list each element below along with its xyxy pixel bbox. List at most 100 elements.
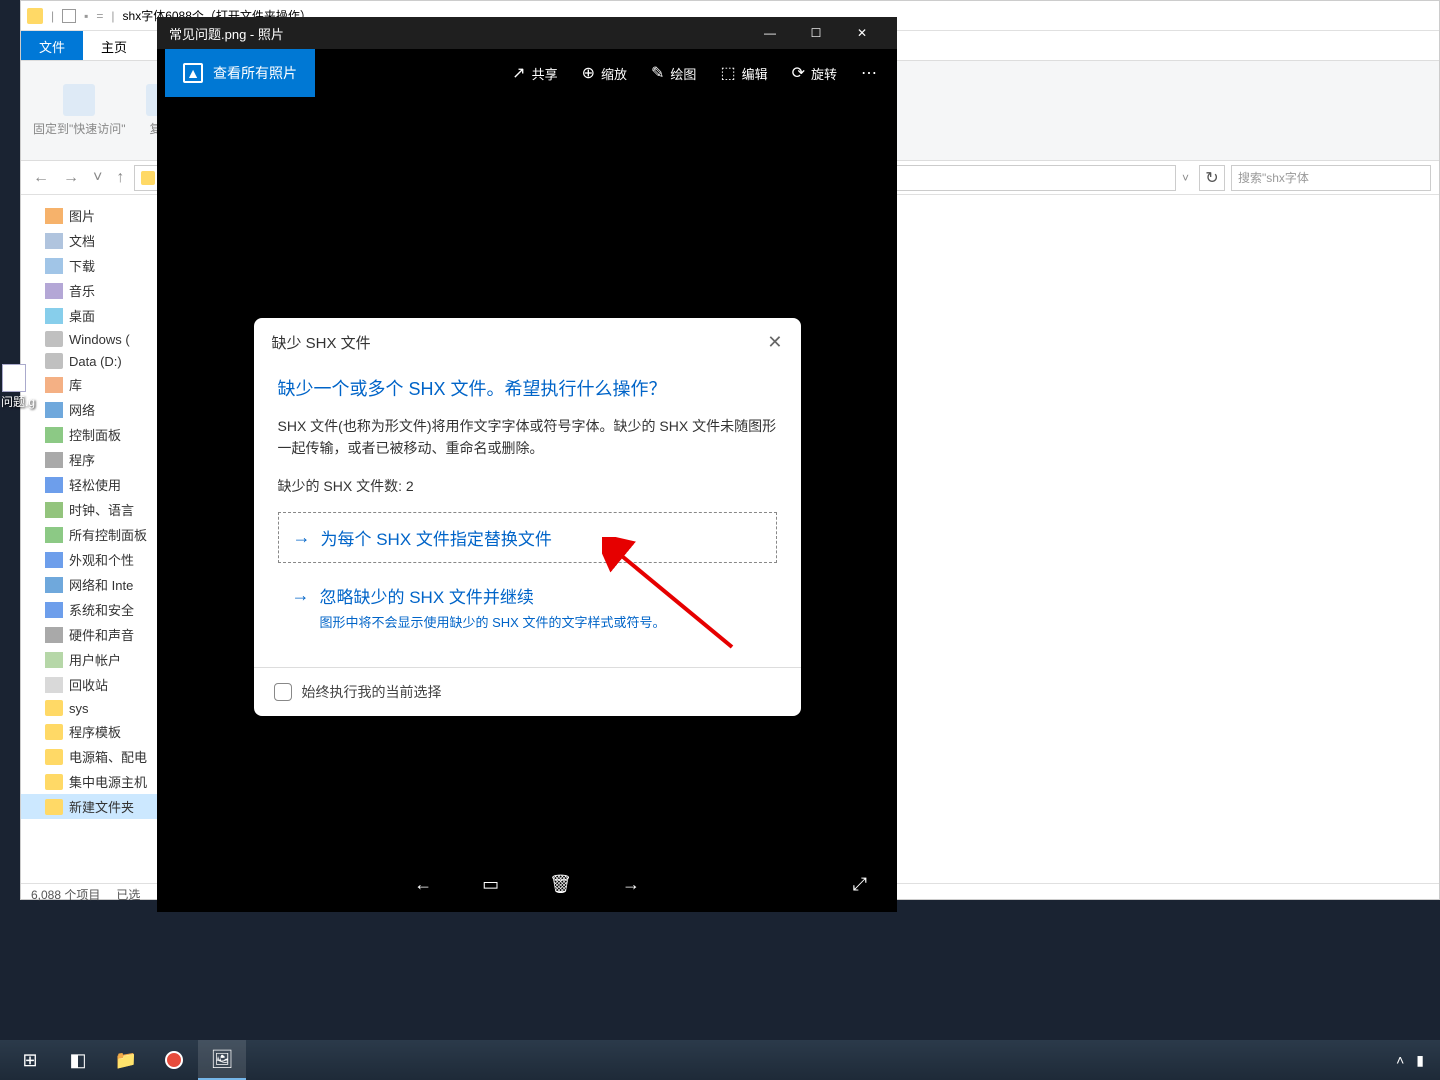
minimize-button[interactable]: — bbox=[747, 17, 793, 49]
share-button[interactable]: ↗共享 bbox=[500, 55, 569, 91]
option-ignore-continue[interactable]: → 忽略缺少的 SHX 文件并继续 图形中将不会显示使用缺少的 SHX 文件的文… bbox=[278, 571, 777, 643]
prev-button[interactable]: ← bbox=[414, 874, 432, 895]
share-icon: ↗ bbox=[512, 63, 525, 83]
record-icon bbox=[165, 1051, 183, 1069]
system-tray[interactable]: ˄ ▮ bbox=[1386, 1052, 1434, 1069]
close-button[interactable]: ✕ bbox=[839, 17, 885, 49]
folder-icon bbox=[45, 774, 63, 790]
sidebar-item-label: 硬件和声音 bbox=[69, 625, 134, 644]
folder-icon bbox=[45, 602, 63, 618]
rotate-icon: ⟳ bbox=[792, 63, 805, 83]
edit-button[interactable]: ⬚编辑 bbox=[708, 55, 779, 91]
taskbar-explorer[interactable]: 📁 bbox=[102, 1040, 150, 1080]
tab-file[interactable]: 文件 bbox=[21, 31, 83, 60]
sidebar-item-label: 所有控制面板 bbox=[69, 525, 147, 544]
taskbar-recorder[interactable] bbox=[150, 1040, 198, 1080]
folder-icon bbox=[45, 308, 63, 324]
checkbox-icon[interactable] bbox=[62, 9, 76, 23]
fullscreen-button[interactable]: ⤢ bbox=[853, 874, 867, 895]
next-button[interactable]: → bbox=[622, 874, 640, 895]
folder-icon bbox=[45, 427, 63, 443]
sidebar-item-label: 程序模板 bbox=[69, 722, 121, 741]
sidebar-item-label: 回收站 bbox=[69, 675, 108, 694]
gallery-icon: ▲ bbox=[183, 63, 203, 83]
folder-icon bbox=[45, 452, 63, 468]
sidebar-item-label: 网络和 Inte bbox=[69, 575, 133, 594]
sidebar-item-label: 桌面 bbox=[69, 306, 95, 325]
ribbon-pin[interactable]: 固定到"快速访问" bbox=[29, 80, 130, 141]
arrow-right-icon: → bbox=[293, 527, 311, 548]
folder-icon bbox=[45, 477, 63, 493]
taskbar: ⊞ ◧ 📁 🖼 ˄ ▮ bbox=[0, 1040, 1440, 1080]
tab-home[interactable]: 主页 bbox=[83, 31, 145, 60]
folder-icon bbox=[45, 799, 63, 815]
slideshow-button[interactable]: ▭ bbox=[482, 874, 499, 895]
always-label: 始终执行我的当前选择 bbox=[302, 682, 442, 702]
taskbar-photos[interactable]: 🖼 bbox=[198, 1040, 246, 1080]
tray-up-icon[interactable]: ˄ bbox=[1396, 1052, 1404, 1068]
search-input[interactable]: 搜索"shx字体 bbox=[1231, 165, 1431, 191]
dialog-missing-count: 缺少的 SHX 文件数: 2 bbox=[278, 476, 777, 496]
folder-icon bbox=[45, 677, 63, 693]
dialog-description: SHX 文件(也称为形文件)将用作文字字体或符号字体。缺少的 SHX 文件未随图… bbox=[278, 415, 777, 460]
nav-dropdown-icon[interactable]: ˅ bbox=[89, 165, 106, 191]
maximize-button[interactable]: ☐ bbox=[793, 17, 839, 49]
folder-icon bbox=[45, 402, 63, 418]
folder-icon bbox=[45, 283, 63, 299]
desktop-file-thumb[interactable] bbox=[2, 364, 26, 392]
dialog-title: 缺少 SHX 文件 bbox=[272, 332, 371, 353]
battery-icon[interactable]: ▮ bbox=[1416, 1052, 1424, 1069]
nav-back-icon[interactable]: ← bbox=[29, 165, 53, 191]
always-checkbox[interactable] bbox=[274, 683, 292, 701]
sidebar-item-label: 轻松使用 bbox=[69, 475, 121, 494]
sidebar-item-label: 文档 bbox=[69, 231, 95, 250]
draw-button[interactable]: ✎绘图 bbox=[639, 55, 708, 91]
folder-icon bbox=[45, 700, 63, 716]
dialog-close-icon[interactable]: ✕ bbox=[767, 332, 782, 353]
sidebar-item-label: 外观和个性 bbox=[69, 550, 134, 569]
more-icon: ⋯ bbox=[861, 63, 877, 83]
sidebar-item-label: 音乐 bbox=[69, 281, 95, 300]
folder-icon bbox=[45, 208, 63, 224]
nav-up-icon[interactable]: ↑ bbox=[112, 165, 128, 191]
start-button[interactable]: ⊞ bbox=[6, 1040, 54, 1080]
photos-bottom-bar: ← ▭ 🗑 → ⤢ bbox=[157, 856, 897, 912]
rotate-button[interactable]: ⟳旋转 bbox=[780, 55, 849, 91]
folder-icon bbox=[45, 749, 63, 765]
folder-icon bbox=[45, 377, 63, 393]
nav-forward-icon[interactable]: → bbox=[59, 165, 83, 191]
folder-icon bbox=[45, 331, 63, 347]
zoom-button[interactable]: ⊕缩放 bbox=[570, 55, 639, 91]
photos-title: 常见问题.png - 照片 bbox=[169, 24, 747, 43]
edit-icon: ⬚ bbox=[720, 63, 735, 83]
task-view-button[interactable]: ◧ bbox=[54, 1040, 102, 1080]
draw-icon: ✎ bbox=[651, 63, 664, 83]
arrow-right-icon: → bbox=[292, 585, 310, 606]
folder-icon bbox=[45, 502, 63, 518]
view-all-photos-button[interactable]: ▲ 查看所有照片 bbox=[165, 49, 315, 97]
option-specify-replacement[interactable]: → 为每个 SHX 文件指定替换文件 bbox=[278, 512, 777, 563]
dialog-question: 缺少一个或多个 SHX 文件。希望执行什么操作？ bbox=[278, 375, 777, 401]
photos-canvas: 缺少 SHX 文件 ✕ 缺少一个或多个 SHX 文件。希望执行什么操作？ SHX… bbox=[157, 97, 897, 856]
sidebar-item-label: sys bbox=[69, 701, 89, 716]
sidebar-item-label: 用户帐户 bbox=[69, 650, 121, 669]
folder-icon bbox=[27, 8, 43, 24]
photos-toolbar: ▲ 查看所有照片 ↗共享 ⊕缩放 ✎绘图 ⬚编辑 ⟳旋转 ⋯ bbox=[157, 49, 897, 97]
shx-dialog: 缺少 SHX 文件 ✕ 缺少一个或多个 SHX 文件。希望执行什么操作？ SHX… bbox=[254, 318, 801, 716]
sidebar-item-label: 库 bbox=[69, 375, 82, 394]
folder-icon bbox=[45, 353, 63, 369]
sidebar-item-label: 图片 bbox=[69, 206, 95, 225]
sidebar-item-label: 新建文件夹 bbox=[69, 797, 134, 816]
folder-icon bbox=[45, 627, 63, 643]
folder-icon bbox=[141, 171, 155, 185]
sidebar-item-label: 集中电源主机 bbox=[69, 772, 147, 791]
photos-window: 常见问题.png - 照片 — ☐ ✕ ▲ 查看所有照片 ↗共享 ⊕缩放 ✎绘图… bbox=[157, 17, 897, 912]
folder-icon bbox=[45, 552, 63, 568]
zoom-icon: ⊕ bbox=[582, 63, 595, 83]
sidebar-item-label: 控制面板 bbox=[69, 425, 121, 444]
folder-icon bbox=[45, 724, 63, 740]
delete-button[interactable]: 🗑 bbox=[549, 874, 572, 895]
more-button[interactable]: ⋯ bbox=[849, 55, 889, 91]
folder-icon bbox=[45, 233, 63, 249]
refresh-button[interactable]: ↻ bbox=[1199, 165, 1225, 191]
